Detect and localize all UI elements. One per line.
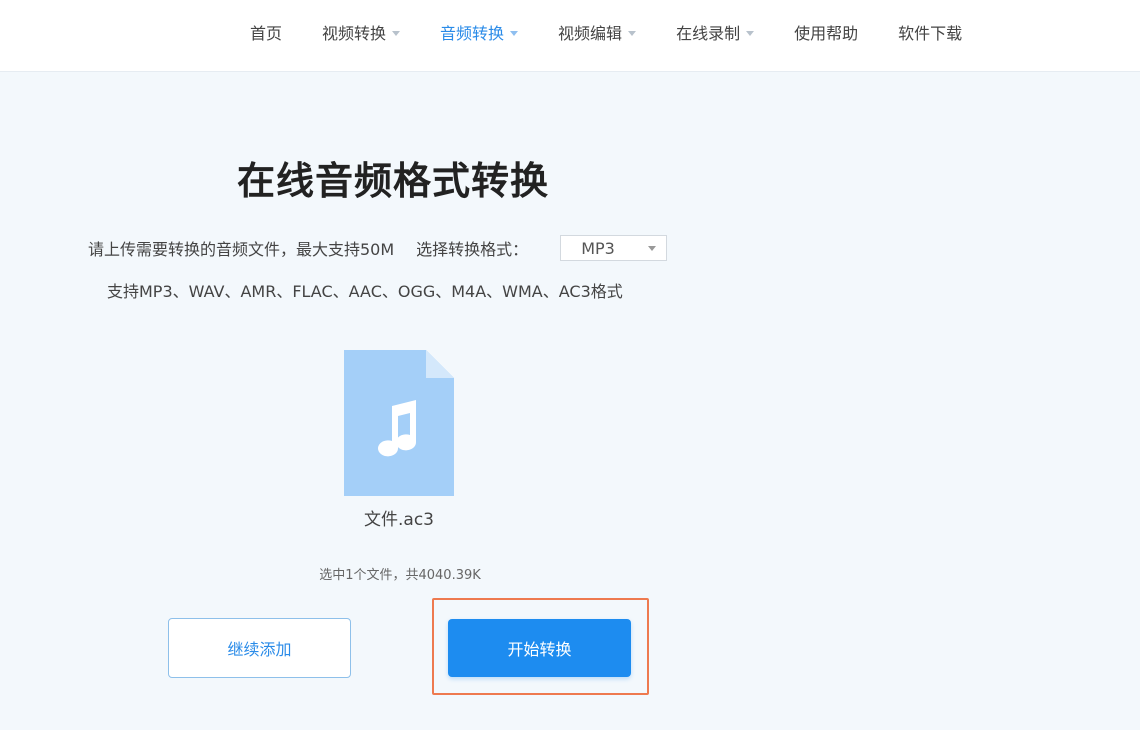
nav-item-home[interactable]: 首页 xyxy=(250,20,282,44)
page-title: 在线音频格式转换 xyxy=(237,159,550,203)
chevron-down-icon xyxy=(746,30,755,36)
chevron-down-icon xyxy=(628,30,637,36)
start-convert-button[interactable]: 开始转换 xyxy=(448,619,631,677)
chevron-down-icon xyxy=(648,245,657,251)
top-navigation-bar: 首页 视频转换 音频转换 视频编辑 在线录制 使用帮助 软件下载 xyxy=(0,0,1140,72)
music-file-icon xyxy=(344,350,454,496)
nav-item-label: 在线录制 xyxy=(676,24,741,43)
upload-options-row: 请上传需要转换的音频文件，最大支持50M 选择转换格式： MP3 xyxy=(88,234,668,262)
main-nav: 首页 视频转换 音频转换 视频编辑 在线录制 使用帮助 软件下载 xyxy=(250,0,1002,64)
file-name: 文件.ac3 xyxy=(364,510,434,530)
nav-item-download[interactable]: 软件下载 xyxy=(898,20,962,44)
nav-item-label: 使用帮助 xyxy=(794,24,859,43)
format-select-value: MP3 xyxy=(581,238,615,258)
format-select[interactable]: MP3 xyxy=(560,235,668,261)
nav-item-audio-convert[interactable]: 音频转换 xyxy=(440,20,519,44)
continue-add-button[interactable]: 继续添加 xyxy=(168,618,351,678)
nav-item-label: 软件下载 xyxy=(898,24,963,43)
upload-hint: 请上传需要转换的音频文件，最大支持50M xyxy=(88,240,395,259)
supported-formats-text: 支持MP3、WAV、AMR、FLAC、AAC、OGG、M4A、WMA、AC3格式 xyxy=(107,282,623,301)
chevron-down-icon xyxy=(392,30,401,36)
nav-item-label: 视频转换 xyxy=(322,24,387,43)
format-label: 选择转换格式： xyxy=(416,240,529,259)
nav-item-label: 首页 xyxy=(250,24,283,43)
nav-item-video-convert[interactable]: 视频转换 xyxy=(322,20,401,44)
chevron-down-icon xyxy=(510,30,519,36)
nav-item-label: 视频编辑 xyxy=(558,24,623,43)
nav-item-video-edit[interactable]: 视频编辑 xyxy=(558,20,637,44)
nav-item-label: 音频转换 xyxy=(440,24,505,43)
nav-item-online-record[interactable]: 在线录制 xyxy=(676,20,755,44)
file-summary: 选中1个文件，共4040.39K xyxy=(319,568,481,583)
nav-item-help[interactable]: 使用帮助 xyxy=(794,20,858,44)
